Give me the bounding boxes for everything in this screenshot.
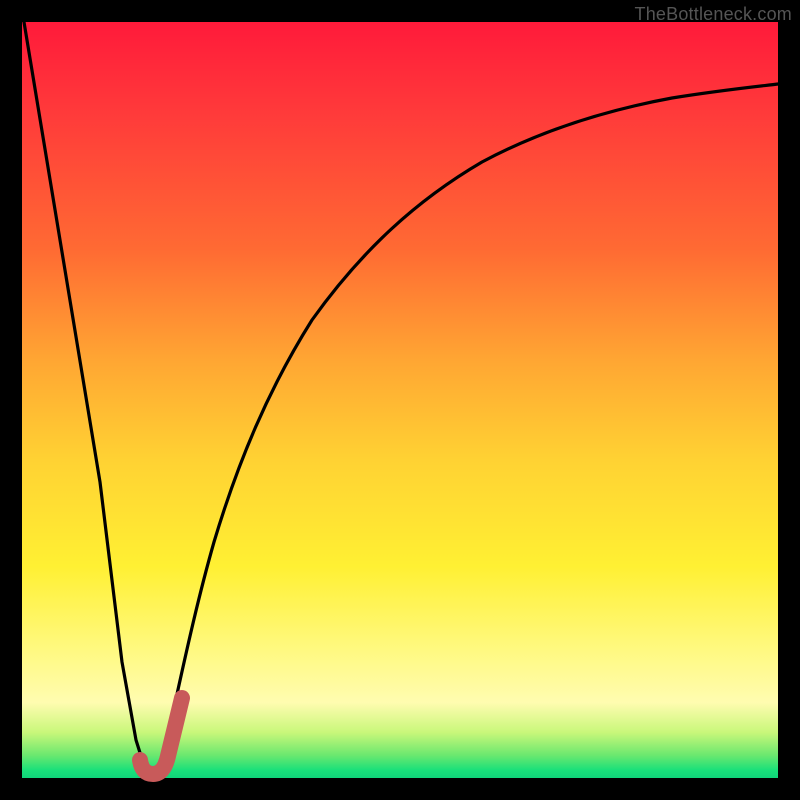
plot-area (22, 22, 778, 778)
curve-path (24, 22, 778, 775)
chart-frame: TheBottleneck.com (0, 0, 800, 800)
selected-marker (140, 698, 182, 774)
bottleneck-curve (22, 22, 778, 778)
